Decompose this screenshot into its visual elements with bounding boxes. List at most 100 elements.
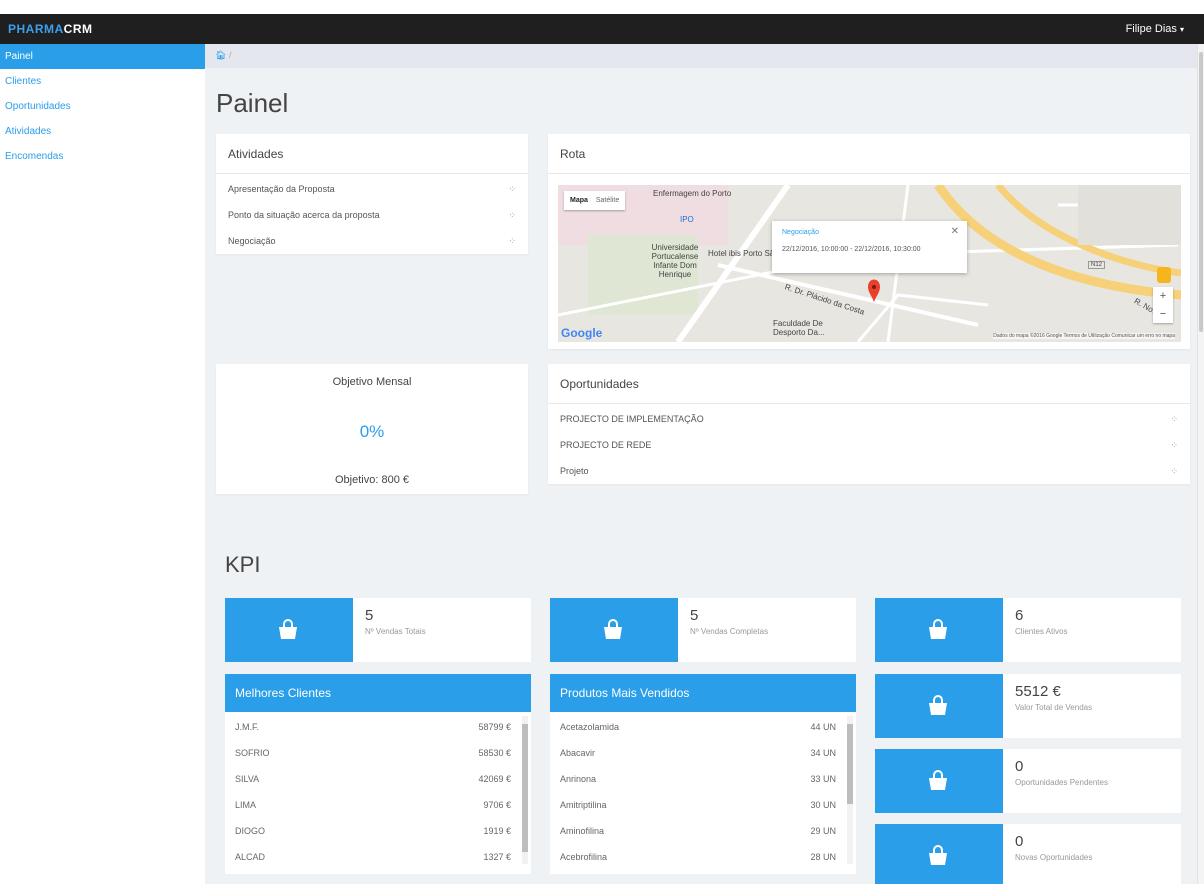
- product-value: 34 UN: [810, 748, 836, 758]
- user-menu[interactable]: Filipe Dias ▾: [1126, 23, 1184, 35]
- map-footer: Dados do mapa ©2016 Google Termos de Uti…: [993, 333, 1175, 339]
- kpi-card-vendas-totais: 5 Nº Vendas Totais: [225, 598, 531, 662]
- client-name: DIOGO: [235, 826, 266, 836]
- shopping-bag-icon: [929, 619, 947, 639]
- spinner-icon: ⁘: [1170, 414, 1178, 424]
- map-label: Universidade Portucalense Infante Dom He…: [651, 243, 699, 279]
- map-type-control: Mapa Satélite: [564, 191, 626, 210]
- kpi-icon-box: [875, 749, 1003, 813]
- atividades-card: Atividades Apresentação da Proposta ⁘ Po…: [216, 134, 528, 254]
- table-row[interactable]: Acetazolamida 44 UN: [550, 714, 856, 740]
- melhores-clientes-card: Melhores Clientes J.M.F. 58799 € SOFRIO 58…: [225, 674, 531, 874]
- brand-part2: CRM: [63, 22, 93, 36]
- sidebar-item-encomendas[interactable]: Encomendas: [0, 144, 205, 169]
- shopping-bag-icon: [279, 619, 297, 639]
- brand-part1: PHARMA: [8, 22, 64, 36]
- client-name: SOFRIO: [235, 748, 270, 758]
- list-item[interactable]: PROJECTO DE IMPLEMENTAÇÃO ⁘: [548, 406, 1190, 432]
- kpi-card-oportunidades-pendentes: 0 Oportunidades Pendentes: [875, 749, 1181, 813]
- kpi-value: 5512 €: [1015, 683, 1061, 700]
- objetivo-percent: 0%: [359, 422, 385, 441]
- kpi-icon-box: [875, 674, 1003, 738]
- atividades-title: Atividades: [216, 134, 528, 174]
- kpi-card-vendas-completas: 5 Nº Vendas Completas: [550, 598, 856, 662]
- list-item[interactable]: Ponto da situação acerca da proposta ⁘: [216, 202, 528, 228]
- product-value: 30 UN: [810, 800, 836, 810]
- table-row[interactable]: SILVA 42069 €: [225, 766, 531, 792]
- table-row[interactable]: DIOGO 1919 €: [225, 818, 531, 844]
- table-row[interactable]: ALCAD 1327 €: [225, 844, 531, 870]
- google-logo: Google: [561, 326, 603, 340]
- brand-logo[interactable]: PHARMACRM: [8, 22, 93, 36]
- page-scrollbar[interactable]: [1197, 44, 1204, 884]
- client-name: SILVA: [235, 774, 260, 784]
- home-icon[interactable]: 🏠︎: [215, 50, 226, 60]
- list-item[interactable]: Projeto ⁘: [548, 458, 1190, 484]
- kpi-value: 6: [1015, 607, 1024, 624]
- sidebar-item-clientes[interactable]: Clientes: [0, 69, 205, 94]
- info-date: 22/12/2016, 10:00:00 - 22/12/2016, 10:30…: [782, 246, 921, 253]
- sidebar-item-oportunidades[interactable]: Oportunidades: [0, 94, 205, 119]
- sidebar: Painel Clientes Oportunidades Atividades…: [0, 44, 205, 884]
- sidebar-item-painel[interactable]: Painel: [0, 44, 205, 69]
- route-map[interactable]: Enfermagem do Porto IPO Universidade Por…: [558, 185, 1181, 342]
- scroll-thumb[interactable]: [522, 724, 528, 852]
- table-row[interactable]: SOFRIO 58530 €: [225, 740, 531, 766]
- shopping-bag-icon: [929, 845, 947, 865]
- product-name: Abacavir: [560, 748, 596, 758]
- map-type-satellite-button[interactable]: Satélite: [596, 197, 619, 204]
- close-icon[interactable]: ✕: [951, 226, 959, 237]
- table-row[interactable]: Anrinona 33 UN: [550, 766, 856, 792]
- kpi-value: 0: [1015, 758, 1024, 775]
- zoom-in-button[interactable]: +: [1153, 287, 1173, 305]
- kpi-card-clientes-ativos: 6 Clientes Ativos: [875, 598, 1181, 662]
- rota-title: Rota: [548, 134, 1190, 174]
- list-item[interactable]: PROJECTO DE REDE ⁘: [548, 432, 1190, 458]
- product-value: 33 UN: [810, 774, 836, 784]
- list-item[interactable]: Negociação ⁘: [216, 228, 528, 254]
- main-content: 🏠︎ / Painel Atividades Apresentação da P…: [205, 44, 1197, 884]
- user-name: Filipe Dias: [1125, 23, 1177, 35]
- pegman-icon[interactable]: [1157, 267, 1171, 283]
- product-name: Amitriptilina: [560, 800, 607, 810]
- client-value: 1327 €: [483, 852, 511, 862]
- opportunity-label: Projeto: [560, 466, 589, 476]
- table-row[interactable]: Aminofilina 29 UN: [550, 818, 856, 844]
- table-row[interactable]: LIMA 9706 €: [225, 792, 531, 818]
- objetivo-card: Objetivo Mensal 0% Objetivo: 800 €: [216, 364, 528, 494]
- product-value: 28 UN: [810, 852, 836, 862]
- table-row[interactable]: Acebrofilina 28 UN: [550, 844, 856, 870]
- product-value: 44 UN: [810, 722, 836, 732]
- map-info-window: Negociação 22/12/2016, 10:00:00 - 22/12/…: [772, 221, 967, 273]
- scroll-thumb[interactable]: [847, 724, 853, 804]
- produtos-title: Produtos Mais Vendidos: [550, 674, 856, 712]
- product-name: Anrinona: [560, 774, 597, 784]
- objetivo-title: Objetivo Mensal: [332, 376, 412, 388]
- product-value: 29 UN: [810, 826, 836, 836]
- kpi-label: Valor Total de Vendas: [1015, 703, 1093, 712]
- kpi-card-novas-oportunidades: 0 Novas Oportunidades: [875, 824, 1181, 884]
- product-name: Aminofilina: [560, 826, 605, 836]
- sidebar-item-atividades[interactable]: Atividades: [0, 119, 205, 144]
- activity-label: Apresentação da Proposta: [228, 184, 335, 194]
- map-label: Faculdade De Desporto Da...: [773, 319, 825, 337]
- table-row[interactable]: Amitriptilina 30 UN: [550, 792, 856, 818]
- scroll-thumb[interactable]: [1199, 52, 1203, 332]
- kpi-label: Clientes Ativos: [1015, 627, 1068, 636]
- info-title: Negociação: [782, 229, 819, 236]
- kpi-icon-box: [875, 824, 1003, 884]
- list-item[interactable]: Apresentação da Proposta ⁘: [216, 176, 528, 202]
- activity-label: Negociação: [228, 236, 276, 246]
- breadcrumb: 🏠︎ /: [205, 44, 1197, 68]
- list-scrollbar[interactable]: [522, 716, 528, 864]
- kpi-label: Oportunidades Pendentes: [1015, 778, 1108, 787]
- table-row[interactable]: J.M.F. 58799 €: [225, 714, 531, 740]
- table-row[interactable]: Abacavir 34 UN: [550, 740, 856, 766]
- kpi-label: Nº Vendas Completas: [690, 627, 769, 636]
- list-scrollbar[interactable]: [847, 716, 853, 864]
- kpi-value: 5: [690, 607, 699, 624]
- map-type-map-button[interactable]: Mapa: [570, 197, 588, 204]
- activity-label: Ponto da situação acerca da proposta: [228, 210, 380, 220]
- zoom-out-button[interactable]: −: [1153, 305, 1173, 323]
- rota-card: Rota Enfermagem do Porto IPO Universidad…: [548, 134, 1190, 349]
